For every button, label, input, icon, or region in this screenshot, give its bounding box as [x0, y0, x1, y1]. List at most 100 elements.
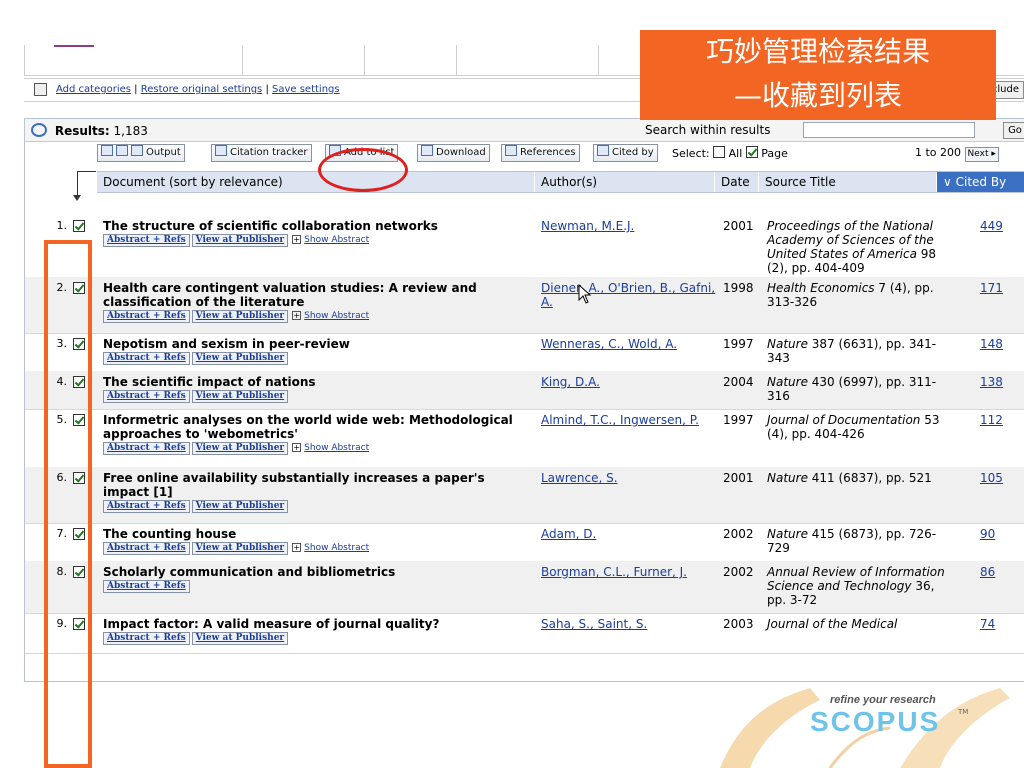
document-title-link[interactable]: The scientific impact of nations — [103, 375, 527, 389]
expand-plus-icon[interactable]: + — [292, 311, 302, 320]
download-icon — [421, 145, 433, 156]
view-at-publisher-button[interactable]: View at Publisher — [191, 632, 289, 645]
expand-plus-icon[interactable]: + — [292, 543, 302, 552]
authors-link[interactable]: Saha, S., Saint, S. — [541, 617, 721, 631]
publication-year: 2002 — [723, 527, 754, 541]
print-icon — [116, 145, 128, 156]
highlight-ellipse — [318, 148, 408, 192]
cited-by-count-link[interactable]: 105 — [980, 471, 1003, 485]
view-at-publisher-button[interactable]: View at Publisher — [191, 442, 289, 455]
document-title-link[interactable]: Informetric analyses on the world wide w… — [103, 413, 527, 441]
highlight-rectangle — [44, 240, 92, 768]
col-cited-by[interactable]: ∨ Cited By — [937, 172, 1024, 192]
cited-by-label: Cited by — [612, 147, 654, 158]
col-document[interactable]: Document (sort by relevance) — [97, 172, 535, 192]
next-label: Next — [967, 149, 989, 159]
expand-plus-icon[interactable]: + — [292, 235, 302, 244]
authors-link[interactable]: Lawrence, S. — [541, 471, 721, 485]
output-button[interactable]: Output — [97, 144, 185, 162]
abstract-refs-button[interactable]: Abstract + Refs — [103, 390, 190, 403]
cited-by-count-link[interactable]: 86 — [980, 565, 995, 579]
view-at-publisher-button[interactable]: View at Publisher — [191, 234, 289, 247]
show-abstract-link[interactable]: Show Abstract — [304, 543, 369, 553]
table-row: 7. The counting house Abstract + Refs View … — [25, 523, 1024, 562]
document-title-link[interactable]: The structure of scientific collaboratio… — [103, 219, 527, 233]
show-abstract-link[interactable]: Show Abstract — [304, 443, 369, 453]
select-page-label: Page — [761, 147, 788, 160]
citation-tracker-button[interactable]: Citation tracker — [211, 144, 312, 162]
logo-trademark: TM — [958, 708, 969, 716]
restore-settings-link[interactable]: Restore original settings — [141, 84, 263, 95]
view-at-publisher-button[interactable]: View at Publisher — [191, 390, 289, 403]
table-row: 3. Nepotism and sexism in peer-review Abst… — [25, 333, 1024, 372]
abstract-refs-button[interactable]: Abstract + Refs — [103, 580, 190, 593]
show-abstract-link[interactable]: Show Abstract — [304, 311, 369, 321]
view-at-publisher-button[interactable]: View at Publisher — [191, 542, 289, 555]
source-title: Nature 387 (6631), pp. 341-343 — [767, 337, 945, 365]
abstract-refs-button[interactable]: Abstract + Refs — [103, 632, 190, 645]
abstract-refs-button[interactable]: Abstract + Refs — [103, 234, 190, 247]
view-at-publisher-button[interactable]: View at Publisher — [191, 310, 289, 323]
col-date[interactable]: Date — [715, 172, 759, 192]
expand-plus-icon[interactable]: + — [292, 443, 302, 452]
document-title-link[interactable]: The counting house — [103, 527, 527, 541]
search-within-input[interactable] — [803, 122, 975, 138]
down-arrow-icon — [73, 195, 81, 201]
cited-by-button[interactable]: Cited by — [593, 144, 658, 162]
select-page-checkbox[interactable] — [745, 146, 758, 158]
cited-by-count-link[interactable]: 74 — [980, 617, 995, 631]
abstract-refs-button[interactable]: Abstract + Refs — [103, 352, 190, 365]
publication-year: 1997 — [723, 413, 754, 427]
stub-divider — [242, 45, 243, 75]
download-button[interactable]: Download — [417, 144, 490, 162]
document-title-link[interactable]: Impact factor: A valid measure of journa… — [103, 617, 527, 631]
document-title-link[interactable]: Scholarly communication and bibliometric… — [103, 565, 527, 579]
authors-link[interactable]: Borgman, C.L., Furner, J. — [541, 565, 721, 579]
source-title: Nature 430 (6997), pp. 311-316 — [767, 375, 945, 403]
document-title-link[interactable]: Health care contingent valuation studies… — [103, 281, 527, 309]
table-row: 5. Informetric analyses on the world wide… — [25, 409, 1024, 468]
source-title: Nature 411 (6837), pp. 521 — [767, 471, 945, 485]
document-title-link[interactable]: Free online availability substantially i… — [103, 471, 527, 499]
row-links: Abstract + Refs View at Publisher + Show Ab… — [103, 234, 369, 247]
cited-by-count-link[interactable]: 138 — [980, 375, 1003, 389]
row-links: Abstract + Refs View at Publisher + Show Ab… — [103, 542, 369, 555]
abstract-refs-button[interactable]: Abstract + Refs — [103, 500, 190, 513]
abstract-refs-button[interactable]: Abstract + Refs — [103, 442, 190, 455]
table-row: 2. Health care contingent valuation studi… — [25, 277, 1024, 334]
abstract-refs-button[interactable]: Abstract + Refs — [103, 310, 190, 323]
cited-by-count-link[interactable]: 90 — [980, 527, 995, 541]
show-abstract-link[interactable]: Show Abstract — [304, 235, 369, 245]
go-button[interactable]: Go — [1003, 122, 1024, 139]
cited-by-count-link[interactable]: 449 — [980, 219, 1003, 233]
abstract-refs-button[interactable]: Abstract + Refs — [103, 542, 190, 555]
annotation-line-1: 巧妙管理检索结果 — [705, 35, 930, 68]
references-button[interactable]: References — [501, 144, 580, 162]
select-all-checkbox[interactable] — [713, 146, 726, 158]
authors-link[interactable]: Diener, A., O'Brien, B., Gafni, A. — [541, 281, 721, 309]
results-count: 1,183 — [113, 124, 148, 138]
stub-divider — [456, 45, 457, 75]
add-categories-link[interactable]: Add categories — [56, 84, 131, 95]
authors-link[interactable]: Adam, D. — [541, 527, 721, 541]
authors-link[interactable]: Newman, M.E.J. — [541, 219, 721, 233]
citation-tracker-icon — [215, 145, 227, 156]
col-authors[interactable]: Author(s) — [535, 172, 715, 192]
sort-desc-icon: ∨ — [943, 175, 956, 189]
authors-link[interactable]: King, D.A. — [541, 375, 721, 389]
view-at-publisher-button[interactable]: View at Publisher — [191, 500, 289, 513]
cited-by-count-link[interactable]: 148 — [980, 337, 1003, 351]
cited-by-count-link[interactable]: 112 — [980, 413, 1003, 427]
authors-link[interactable]: Wenneras, C., Wold, A. — [541, 337, 721, 351]
cited-by-count-link[interactable]: 171 — [980, 281, 1003, 295]
authors-link[interactable]: Almind, T.C., Ingwersen, P. — [541, 413, 721, 427]
document-title-link[interactable]: Nepotism and sexism in peer-review — [103, 337, 527, 351]
row-checkbox[interactable] — [73, 220, 85, 232]
source-journal: Journal of Documentation — [767, 413, 921, 427]
stub-divider — [364, 45, 365, 75]
view-at-publisher-button[interactable]: View at Publisher — [191, 352, 289, 365]
col-source[interactable]: Source Title — [759, 172, 937, 192]
next-page-button[interactable]: Next ▸ — [964, 147, 999, 162]
save-settings-link[interactable]: Save settings — [272, 84, 340, 95]
table-header: Document (sort by relevance) Author(s) D… — [97, 171, 1024, 193]
